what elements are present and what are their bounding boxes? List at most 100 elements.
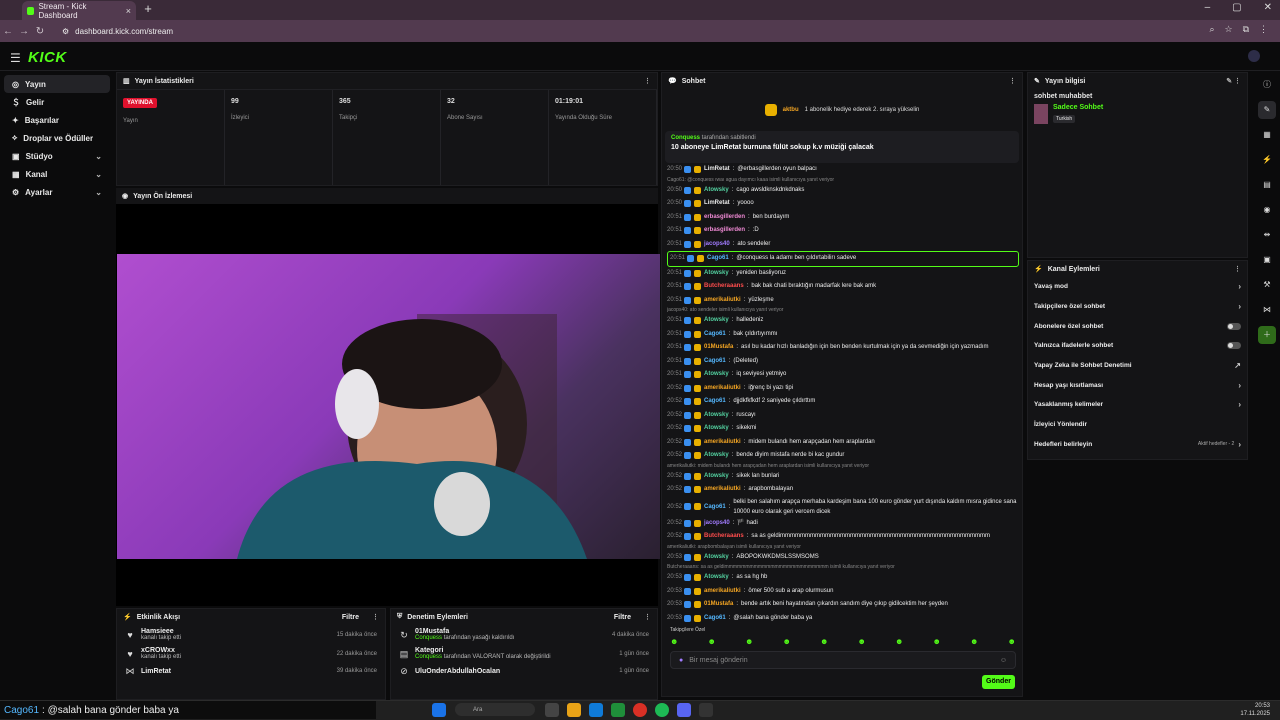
- chat-message[interactable]: 20:51 Cago61: @conquess la adamı ben çıldı…: [667, 251, 1019, 267]
- taskbar-search[interactable]: Ara: [455, 703, 535, 716]
- chat-message[interactable]: 20:51 Cago61: bak çıldırtıyımmı: [667, 328, 1019, 342]
- pinned-message[interactable]: Conquess tarafından sabitlendi 10 aboney…: [665, 131, 1019, 163]
- chat-message[interactable]: 20:51 01Mustafa: asıl bu kadar hızlı banla…: [667, 341, 1019, 355]
- spotify-icon[interactable]: [655, 703, 669, 717]
- activity-user[interactable]: xCROWxx: [141, 647, 181, 654]
- channel-action[interactable]: Yalnızca ifadelerle sohbet: [1028, 336, 1247, 356]
- channel-action[interactable]: Takipçilere özel sohbet ›: [1028, 297, 1247, 317]
- bookmark-star-icon[interactable]: ☆: [1224, 24, 1232, 35]
- chat-username[interactable]: erbasgillerden: [704, 211, 745, 225]
- chat-username[interactable]: Atowsky: [704, 470, 729, 484]
- chevron-right-icon[interactable]: ›: [1238, 381, 1241, 390]
- chat-message[interactable]: 20:52 Atowsky: bende diyim mistafa nerde b…: [667, 449, 1019, 463]
- extensions-icon[interactable]: ⧉: [1243, 24, 1249, 35]
- menu-dots-icon[interactable]: ⋮: [1259, 24, 1268, 35]
- chat-username[interactable]: 01Mustafa: [704, 341, 733, 355]
- store-icon[interactable]: ▣: [1258, 251, 1276, 269]
- emote-icon[interactable]: ☻: [858, 637, 866, 649]
- chat-message[interactable]: 20:51 Atowsky: iq seviyesi yetmiyo: [667, 368, 1019, 382]
- more-options-icon[interactable]: ⋮: [1009, 77, 1016, 85]
- chevron-right-icon[interactable]: ›: [1238, 400, 1241, 409]
- site-info-icon[interactable]: ⚙: [62, 27, 69, 36]
- more-options-icon[interactable]: ⋮: [644, 77, 651, 85]
- category-name[interactable]: Sadece Sohbet: [1053, 104, 1103, 111]
- chat-message[interactable]: 20:51 erbasgillerden: ben burdayım: [667, 211, 1019, 225]
- chat-username[interactable]: Cago61: [707, 252, 729, 266]
- emote-icon[interactable]: ☻: [933, 637, 941, 649]
- kick-logo[interactable]: KICK: [28, 49, 67, 66]
- steam-icon[interactable]: [699, 703, 713, 717]
- chat-message[interactable]: 20:52 Cago61: belki ben salahım arapça mer…: [667, 497, 1019, 517]
- file-explorer-icon[interactable]: [567, 703, 581, 717]
- close-tab-icon[interactable]: ×: [126, 6, 131, 16]
- chrome-icon[interactable]: [633, 703, 647, 717]
- chat-username[interactable]: Butcheraaans: [704, 530, 744, 544]
- sidebar-item[interactable]: ⟡ Droplar ve Ödüller: [4, 129, 110, 147]
- chat-username[interactable]: Cago61: [704, 502, 726, 512]
- chat-username[interactable]: jacops40: [704, 238, 730, 252]
- emote-icon[interactable]: ☻: [970, 637, 978, 649]
- forward-icon[interactable]: →: [16, 26, 32, 37]
- emote-icon[interactable]: ☻: [745, 637, 753, 649]
- external-link-icon[interactable]: ↗: [1234, 361, 1241, 370]
- chat-message[interactable]: 20:52 amerikaliutki: arapbombalayan: [667, 483, 1019, 497]
- chat-bubble-icon[interactable]: ◉: [1258, 201, 1276, 219]
- chat-username[interactable]: amerikaliutki: [704, 294, 741, 308]
- emote-icon[interactable]: ☻: [708, 637, 716, 649]
- chat-username[interactable]: jacops40: [704, 517, 730, 531]
- chat-message[interactable]: 20:53 Atowsky: as sa hg hb: [667, 571, 1019, 585]
- mod-actor[interactable]: Conquess: [415, 635, 442, 641]
- channel-action[interactable]: Yavaş mod ›: [1028, 277, 1247, 297]
- browser-tab[interactable]: Stream - Kick Dashboard ×: [22, 1, 136, 20]
- sidebar-item[interactable]: ▣ Stüdyo ⌄: [4, 147, 110, 165]
- chevron-down-icon[interactable]: ⌄: [95, 188, 102, 197]
- chat-username[interactable]: Atowsky: [704, 368, 729, 382]
- mod-action-target[interactable]: Kategori: [415, 647, 551, 654]
- hamburger-menu-icon[interactable]: ☰: [10, 51, 21, 65]
- mod-action-target[interactable]: 01Mustafa: [415, 628, 514, 635]
- emote-icon[interactable]: ☻: [1008, 637, 1016, 649]
- split-icon[interactable]: ⇹: [1258, 226, 1276, 244]
- channel-action[interactable]: Yasaklanmış kelimeler ›: [1028, 395, 1247, 415]
- task-view-icon[interactable]: [545, 703, 559, 717]
- edge-icon[interactable]: [589, 703, 603, 717]
- pencil-icon[interactable]: ✎: [1258, 101, 1276, 119]
- reload-icon[interactable]: ↻: [32, 26, 48, 37]
- chat-message[interactable]: 20:51 Atowsky: halledeniz: [667, 314, 1019, 328]
- chat-message[interactable]: 20:52 jacops40: 🏴 hadi: [667, 517, 1019, 531]
- chat-message[interactable]: 20:51 amerikaliutki: yüzleşme: [667, 294, 1019, 308]
- chat-message[interactable]: 20:51 Butcheraaans: bak bak chati bıraktığ…: [667, 280, 1019, 294]
- channel-action[interactable]: Hedefleri belirleyin Aktif hedefler - 2 ›: [1028, 435, 1247, 455]
- add-widget-icon[interactable]: ＋: [1258, 326, 1276, 344]
- bolt-icon[interactable]: ⚡: [1258, 151, 1276, 169]
- chat-username[interactable]: Cago61: [704, 328, 726, 342]
- doc-icon[interactable]: ▤: [1258, 176, 1276, 194]
- chevron-right-icon[interactable]: ›: [1238, 282, 1241, 291]
- emote-icon[interactable]: ☻: [670, 637, 678, 649]
- chevron-right-icon[interactable]: ›: [1238, 302, 1241, 311]
- sidebar-item[interactable]: ▦ Kanal ⌄: [4, 165, 110, 183]
- chat-message[interactable]: 20:52 amerikaliutki: midem bulandı hem ara…: [667, 436, 1019, 450]
- chat-message[interactable]: 20:52 amerikaliutki: iğrenç bi yazı tipi: [667, 382, 1019, 396]
- chat-message[interactable]: 20:50 LimRetat: yoooo: [667, 197, 1019, 211]
- minimize-icon[interactable]: –: [1205, 2, 1211, 13]
- chat-username[interactable]: amerikaliutki: [704, 483, 741, 497]
- chat-username[interactable]: Atowsky: [704, 409, 729, 423]
- chat-message[interactable]: 20:50 LimRetat: @erbasgillerden oyun balpa…: [667, 163, 1019, 177]
- emote-icon[interactable]: ☻: [820, 637, 828, 649]
- activity-user[interactable]: LimRetat: [141, 668, 171, 675]
- back-icon[interactable]: ←: [0, 26, 16, 37]
- channel-action[interactable]: Abonelere özel sohbet: [1028, 316, 1247, 336]
- channel-action[interactable]: İzleyici Yönlendir: [1028, 415, 1247, 435]
- chat-username[interactable]: Atowsky: [704, 314, 729, 328]
- chevron-down-icon[interactable]: ⌄: [95, 152, 102, 161]
- toggle-switch[interactable]: [1227, 342, 1241, 350]
- chat-username[interactable]: Atowsky: [704, 449, 729, 463]
- chat-username[interactable]: amerikaliutki: [704, 585, 741, 599]
- maximize-icon[interactable]: ▢: [1232, 2, 1241, 13]
- sidebar-item[interactable]: ⚙ Ayarlar ⌄: [4, 183, 110, 201]
- chat-username[interactable]: LimRetat: [704, 163, 730, 177]
- channel-action[interactable]: Yapay Zeka ile Sohbet Denetimi ↗: [1028, 356, 1247, 376]
- chat-message[interactable]: 20:53 Atowsky: ABOPOKWKDMSLSSMSOMS: [667, 551, 1019, 565]
- mod-actor[interactable]: Conquess: [415, 654, 442, 660]
